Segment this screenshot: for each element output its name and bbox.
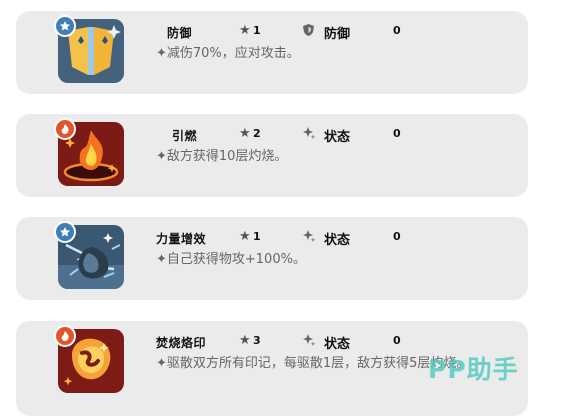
skill-cost: 0 — [393, 24, 401, 37]
star-icon: ★ — [239, 229, 251, 244]
star-count: 1 — [253, 24, 261, 37]
sparkle-icon — [302, 229, 316, 243]
skill-description: ✦自己获得物攻+100%。 — [156, 252, 306, 267]
star-icon: ★ — [239, 23, 251, 38]
skill-name: 焚烧烙印 — [156, 336, 207, 350]
skill-cost: 0 — [393, 334, 401, 347]
skill-card-2[interactable]: 引燃 ★ 2 状态 0 ✦敌方获得10层灼烧。 — [16, 114, 528, 197]
skill-name: 力量增效 — [156, 232, 207, 246]
skill-description: ✦减伤70%，应对攻击。 — [156, 46, 300, 61]
skill-category: 状态 — [324, 130, 351, 145]
water-badge-icon — [54, 15, 76, 37]
watermark-logo: PP助手 — [428, 355, 519, 384]
skill-name: 引燃 — [172, 129, 198, 143]
skill-icon-defense — [54, 15, 128, 85]
skill-category: 防御 — [324, 27, 351, 42]
skill-icon-ignite — [54, 118, 128, 188]
skill-description: ✦敌方获得10层灼烧。 — [156, 149, 288, 164]
water-badge-icon — [54, 221, 76, 243]
star-icon: ★ — [239, 333, 251, 348]
skill-icon-burn-brand — [54, 325, 128, 395]
skill-icon-power — [54, 221, 128, 291]
sparkle-icon — [302, 126, 316, 140]
skill-name: 防御 — [167, 26, 193, 40]
skill-cost: 0 — [393, 127, 401, 140]
fire-badge-icon — [54, 325, 76, 347]
skill-category: 状态 — [324, 233, 351, 248]
star-count: 3 — [253, 334, 261, 347]
skill-category: 状态 — [324, 337, 351, 352]
skill-card-1[interactable]: 防御 ★ 1 防御 0 ✦减伤70%，应对攻击。 — [16, 11, 528, 94]
star-icon: ★ — [239, 126, 251, 141]
skill-card-3[interactable]: 力量增效 ★ 1 状态 0 ✦自己获得物攻+100%。 — [16, 217, 528, 300]
skill-cost: 0 — [393, 230, 401, 243]
fire-badge-icon — [54, 118, 76, 140]
star-count: 1 — [253, 230, 261, 243]
star-count: 2 — [253, 127, 261, 140]
sparkle-icon — [302, 333, 316, 347]
shield-icon — [302, 23, 315, 37]
